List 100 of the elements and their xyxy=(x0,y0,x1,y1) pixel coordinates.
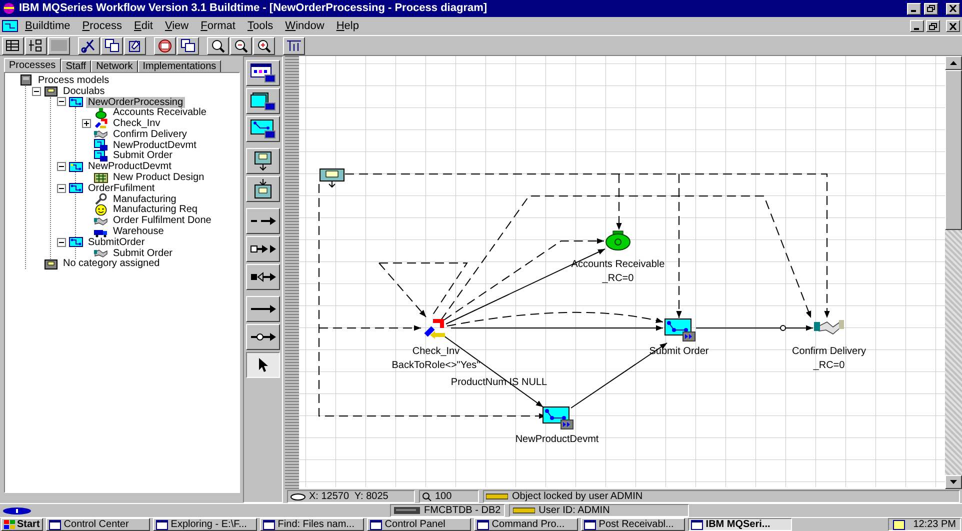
tree-item[interactable]: NewProductDevmt xyxy=(111,140,198,151)
server-icon xyxy=(394,507,420,514)
tree-item[interactable]: Check_Inv xyxy=(111,118,162,130)
search-button[interactable] xyxy=(207,36,229,54)
close-icon xyxy=(949,22,957,30)
condition-label: BackToRole<>"Yes" xyxy=(392,360,480,371)
tree-item[interactable]: Order Fulfilment Done xyxy=(111,215,214,226)
condition-label: _RC=0 xyxy=(813,360,845,371)
tree-item[interactable]: OrderFufilment xyxy=(86,182,157,194)
list-button[interactable] xyxy=(2,36,24,54)
subprocess-icon[interactable] xyxy=(664,318,696,342)
collapse-toggle[interactable] xyxy=(32,86,41,96)
tab[interactable]: Network xyxy=(91,60,138,72)
connector-label: ProductNum IS NULL xyxy=(450,377,548,388)
restore-icon xyxy=(929,22,937,30)
diagram-icon xyxy=(250,119,276,139)
start-button[interactable]: Start xyxy=(1,518,43,531)
position-readout: X: 12570 Y: 8025 xyxy=(309,490,388,504)
close-button[interactable] xyxy=(946,2,960,14)
taskbar-button[interactable]: IBM MQSeri... xyxy=(688,518,792,531)
tab[interactable]: Implementations xyxy=(138,60,222,72)
key-icon xyxy=(486,492,508,500)
tree-item[interactable]: Manufacturing Req xyxy=(111,204,200,216)
menu-item[interactable]: View xyxy=(160,18,194,34)
tree-item[interactable]: Submit Order xyxy=(111,150,174,162)
list-icon xyxy=(5,38,21,53)
tree-item[interactable]: Doculabs xyxy=(61,86,107,97)
connector-dot xyxy=(780,325,786,331)
tree-item[interactable]: Submit Order xyxy=(111,248,174,259)
window-icon xyxy=(262,520,275,530)
money-bag-icon[interactable] xyxy=(606,230,630,250)
close-button[interactable] xyxy=(946,20,960,32)
menu-item[interactable]: Edit xyxy=(129,18,158,34)
scrollbar-thumb[interactable] xyxy=(945,70,962,230)
window-button[interactable] xyxy=(177,36,199,54)
scroll-up-button[interactable] xyxy=(945,56,962,70)
blank-button[interactable] xyxy=(48,36,70,54)
handshake-icon xyxy=(94,247,108,260)
tree-item[interactable]: Warehouse xyxy=(111,226,166,238)
window-icon xyxy=(48,520,61,530)
tab[interactable]: Processes xyxy=(4,58,61,72)
window-title: IBM MQSeries Workflow Version 3.1 Buildtime - [NewOrderProcessing - Process diagram] xyxy=(19,1,488,16)
tree-item[interactable]: Confirm Delivery xyxy=(111,128,189,140)
tree-button[interactable] xyxy=(25,36,47,54)
diagram-icon xyxy=(69,96,83,108)
minus-icon xyxy=(59,186,64,191)
taskbar-button[interactable]: Command Pro... xyxy=(474,518,578,531)
taskbar-button[interactable]: Control Panel xyxy=(366,518,471,531)
palette-button[interactable] xyxy=(246,352,280,378)
collapse-toggle[interactable] xyxy=(57,238,66,247)
tree-item[interactable]: Process models xyxy=(36,74,112,86)
collapse-toggle[interactable] xyxy=(57,162,66,172)
tree-item[interactable]: New Product Design xyxy=(111,172,206,184)
chart-button[interactable] xyxy=(283,36,305,54)
tree-item[interactable]: SubmitOrder xyxy=(86,236,147,248)
minimize-button[interactable] xyxy=(907,2,921,14)
minus-icon xyxy=(59,240,64,245)
subprocess-icon[interactable] xyxy=(542,406,574,430)
menu-item[interactable]: Format xyxy=(196,18,240,34)
minus-icon xyxy=(59,99,64,104)
vertical-scrollbar[interactable] xyxy=(945,56,962,489)
taskbar-button[interactable]: Exploring - E:\F... xyxy=(152,518,257,531)
handshake-icon[interactable] xyxy=(814,320,844,334)
scroll-down-button[interactable] xyxy=(945,475,962,489)
menu-item[interactable]: Tools xyxy=(242,18,278,34)
minimize-button[interactable] xyxy=(910,20,924,32)
menu-item[interactable]: Buildtime xyxy=(20,18,76,34)
cycle-arrows-icon[interactable] xyxy=(424,319,445,339)
collapse-toggle[interactable] xyxy=(57,97,66,106)
tree-item[interactable]: Accounts Receivable xyxy=(111,107,208,118)
tree-item[interactable]: Manufacturing xyxy=(111,194,178,205)
handshake-icon xyxy=(94,128,108,140)
blank-icon xyxy=(51,38,67,53)
menu-item[interactable]: Help xyxy=(331,18,364,34)
cut-button[interactable] xyxy=(78,36,100,54)
minus-icon xyxy=(34,88,39,94)
zoom-in-button[interactable] xyxy=(253,36,275,54)
taskbar-button[interactable]: Control Center xyxy=(46,518,150,531)
minus-icon xyxy=(59,164,64,170)
stop-button[interactable] xyxy=(154,36,176,54)
tree-item[interactable]: NewProductDevmt xyxy=(86,161,174,172)
restore-button[interactable] xyxy=(926,20,940,32)
wrench-icon xyxy=(94,193,108,206)
menu-item[interactable]: Process xyxy=(77,18,127,34)
collapse-toggle[interactable] xyxy=(57,184,66,193)
copy-button[interactable] xyxy=(101,36,123,54)
expand-toggle[interactable] xyxy=(82,119,91,128)
zoom-out-button[interactable] xyxy=(230,36,252,54)
tree-item[interactable]: NewOrderProcessing xyxy=(86,96,186,108)
paste-button[interactable] xyxy=(124,36,146,54)
menu-item[interactable]: Window xyxy=(280,18,330,34)
tab[interactable]: Staff xyxy=(60,60,92,72)
window-icon xyxy=(156,520,168,530)
window-icon xyxy=(476,520,489,530)
window-icon xyxy=(690,520,703,530)
taskbar-button[interactable]: Find: Files nam... xyxy=(260,518,364,531)
source-node-icon[interactable] xyxy=(320,168,344,188)
tree-item[interactable]: No category assigned xyxy=(61,258,162,270)
restore-button[interactable] xyxy=(924,2,938,14)
taskbar-button[interactable]: Post Receivabl... xyxy=(580,518,685,531)
